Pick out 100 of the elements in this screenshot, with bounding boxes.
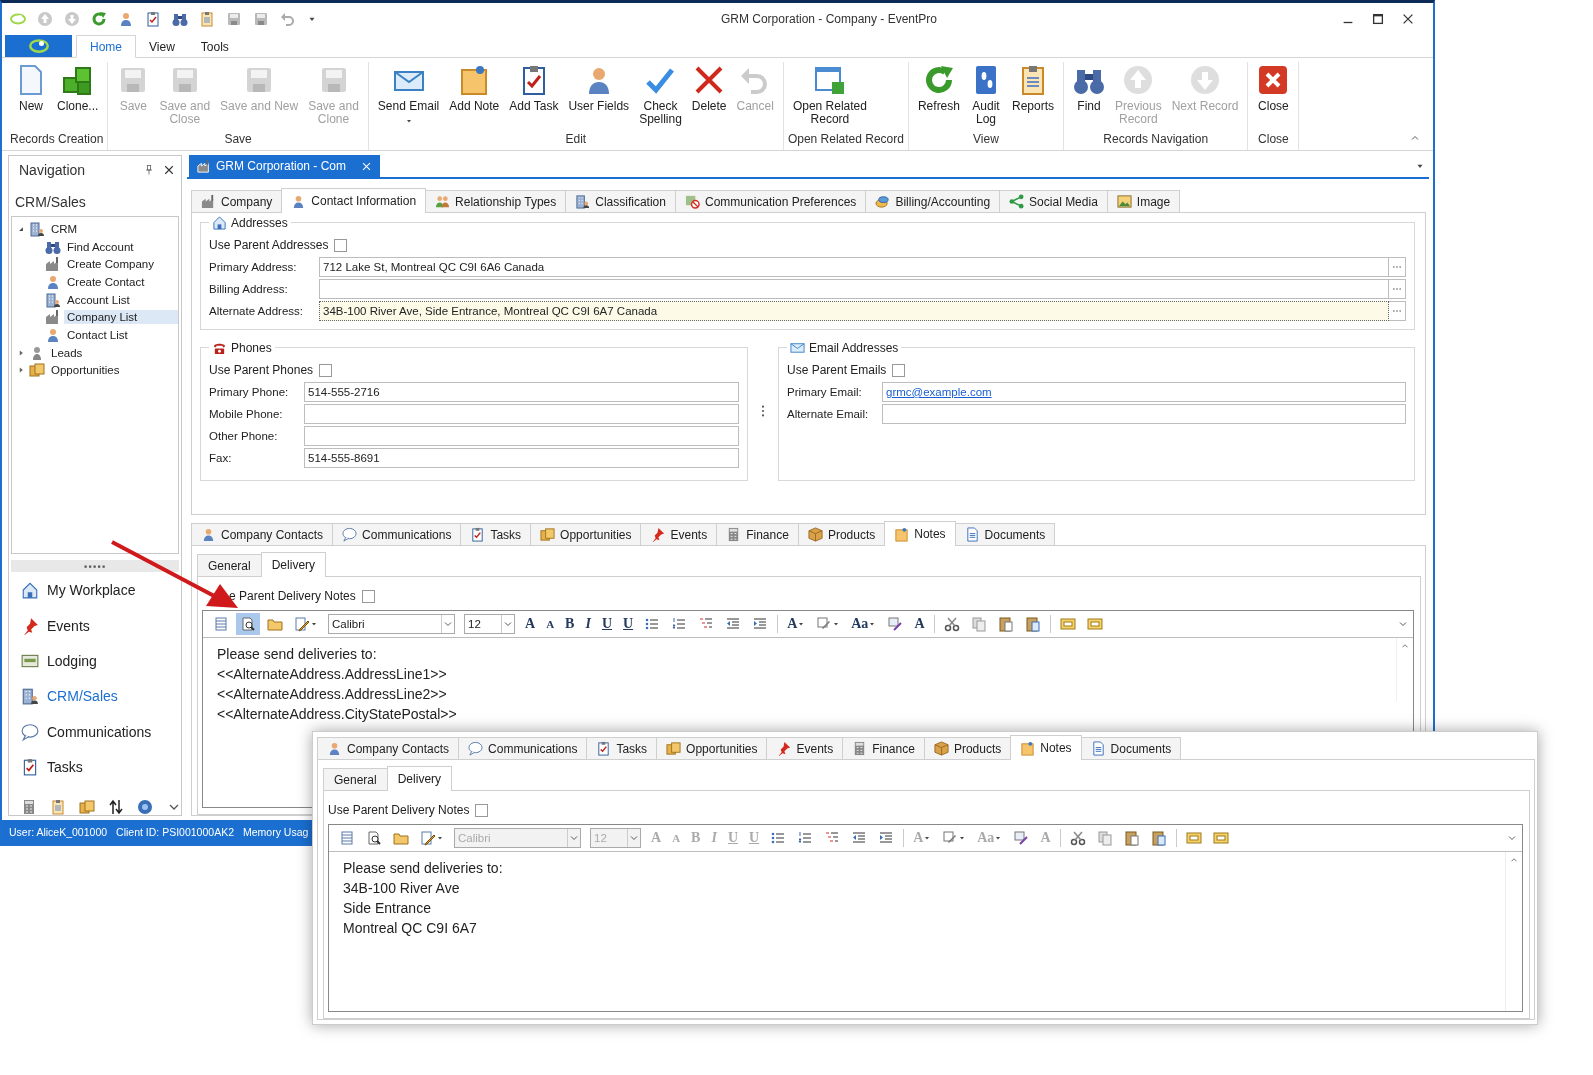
person-icon[interactable]	[118, 11, 134, 27]
tab[interactable]: Billing/Accounting	[865, 190, 1001, 212]
ribbon-tab[interactable]: Tools	[187, 36, 242, 57]
clipboard-icon[interactable]	[145, 11, 161, 27]
format-button[interactable]: U	[597, 616, 616, 632]
floppy-icon[interactable]	[226, 11, 242, 27]
tab[interactable]: Delivery	[260, 552, 327, 577]
nav-button[interactable]: Communications	[9, 714, 181, 750]
input-field[interactable]	[319, 279, 1389, 299]
tab[interactable]: Events	[766, 737, 844, 759]
tree-item[interactable]: Account List	[64, 292, 178, 307]
ellipsis-button[interactable]	[1389, 301, 1406, 321]
undo-icon[interactable]	[280, 11, 296, 27]
ribbon-tab[interactable]: View	[136, 36, 188, 57]
tab[interactable]: Opportunities	[530, 523, 642, 545]
ribbon-button[interactable]: Clone...	[52, 62, 104, 115]
tab[interactable]: Company	[191, 190, 283, 212]
tab[interactable]: General	[197, 554, 262, 576]
tab[interactable]: Relationship Types	[425, 190, 567, 212]
ribbon-button[interactable]: New	[10, 62, 52, 115]
format-button[interactable]: A	[542, 618, 559, 630]
app-menu-button[interactable]	[5, 35, 72, 57]
maximize-icon[interactable]	[1371, 12, 1385, 26]
tree-item[interactable]: CRM	[48, 221, 178, 236]
tree-item[interactable]: Find Account	[64, 239, 178, 254]
tab[interactable]: Finance	[842, 737, 925, 759]
document-tab[interactable]: GRM Corporation - Com	[189, 155, 381, 177]
format-button[interactable]: I	[581, 616, 595, 632]
nav-button[interactable]: My Workplace	[9, 572, 181, 608]
tree-item[interactable]: Create Company	[64, 257, 178, 272]
tab[interactable]: Documents	[1080, 737, 1182, 759]
tree-item[interactable]: Company List	[64, 310, 178, 325]
ribbon-button[interactable]: Check Spelling	[634, 62, 687, 128]
ribbon-button[interactable]: Send Email	[372, 62, 445, 127]
tab[interactable]: Communication Preferences	[674, 190, 867, 212]
checkbox[interactable]	[319, 363, 333, 377]
format-button[interactable]: U	[619, 616, 638, 632]
report-icon[interactable]	[199, 11, 215, 27]
size-dropdown[interactable]: 12	[464, 614, 515, 634]
font-dropdown[interactable]: Calibri	[328, 614, 455, 634]
toolbar-button[interactable]	[236, 613, 260, 635]
format-button[interactable]: Aa	[847, 616, 881, 632]
ribbon-button[interactable]: Reports	[1007, 62, 1059, 115]
tab[interactable]: Notes	[884, 521, 956, 546]
input-field[interactable]	[304, 426, 739, 446]
ribbon-button[interactable]: Add Task	[504, 62, 564, 115]
sort-arrows-icon[interactable]	[108, 799, 124, 815]
tab[interactable]: Contact Information	[281, 188, 427, 213]
calculator-icon[interactable]	[21, 799, 37, 815]
ribbon-button[interactable]: Refresh	[912, 62, 965, 115]
app-logo-icon[interactable]	[10, 11, 26, 27]
tab[interactable]: Tasks	[460, 523, 532, 545]
window-close-icon[interactable]	[163, 164, 175, 176]
tab[interactable]: Products	[923, 737, 1012, 759]
globe-icon[interactable]	[137, 799, 153, 815]
format-button[interactable]: A	[910, 616, 929, 632]
checkbox[interactable]	[361, 589, 375, 603]
checkbox[interactable]	[475, 803, 489, 817]
tab[interactable]: Image	[1106, 190, 1181, 212]
ribbon-button[interactable]: Delete	[686, 62, 732, 115]
ellipsis-button[interactable]	[1389, 279, 1406, 299]
tab[interactable]: General	[323, 768, 388, 790]
ellipsis-button[interactable]	[1389, 257, 1406, 277]
pin-icon[interactable]	[143, 164, 155, 176]
input-field[interactable]	[882, 404, 1406, 424]
email-link[interactable]: grmc@example.com	[886, 386, 992, 398]
format-button[interactable]: B	[561, 616, 579, 632]
tree-item[interactable]: Create Contact	[64, 274, 178, 289]
tab[interactable]: Communications	[458, 737, 588, 759]
tab[interactable]: Company Contacts	[191, 523, 334, 545]
input-field[interactable]: 514-555-8691	[304, 448, 739, 468]
floppy-icon[interactable]	[253, 11, 269, 27]
input-field[interactable]	[304, 404, 739, 424]
input-field[interactable]: 34B-100 River Ave, Side Entrance, Montreal QC C9I 6A7 Canada	[319, 301, 1389, 321]
tree-item[interactable]: Leads	[48, 345, 178, 360]
tab[interactable]: Classification	[565, 190, 676, 212]
tree-item[interactable]: Opportunities	[48, 363, 178, 378]
tab[interactable]: Social Media	[999, 190, 1108, 212]
ribbon-button[interactable]: Audit Log	[965, 62, 1007, 128]
ribbon-button[interactable]: Add Note	[444, 62, 505, 115]
report-icon[interactable]	[50, 799, 66, 815]
ribbon-button[interactable]: Find	[1068, 62, 1110, 115]
tab[interactable]: Notes	[1010, 735, 1082, 760]
tab[interactable]: Delivery	[386, 766, 453, 791]
ribbon-button[interactable]: User Fields	[563, 62, 635, 115]
nav-button[interactable]: Events	[9, 607, 181, 644]
binoculars-icon[interactable]	[172, 11, 188, 27]
tab[interactable]: Communications	[332, 523, 462, 545]
format-button[interactable]: A	[783, 616, 810, 632]
checkbox[interactable]	[334, 238, 348, 252]
tab[interactable]: Company Contacts	[317, 737, 460, 759]
format-button[interactable]: A	[521, 616, 540, 632]
input-field[interactable]: 712 Lake St, Montreal QC C9I 6A6 Canada	[319, 257, 1389, 277]
nav-button[interactable]: Lodging	[9, 643, 181, 679]
ribbon-tab[interactable]: Home	[76, 35, 136, 58]
tab[interactable]: Products	[797, 523, 886, 545]
nav-button[interactable]: Tasks	[9, 749, 181, 785]
ribbon-button[interactable]: Close	[1252, 62, 1295, 115]
tab[interactable]: Documents	[954, 523, 1056, 545]
input-field[interactable]: grmc@example.com	[882, 382, 1406, 402]
